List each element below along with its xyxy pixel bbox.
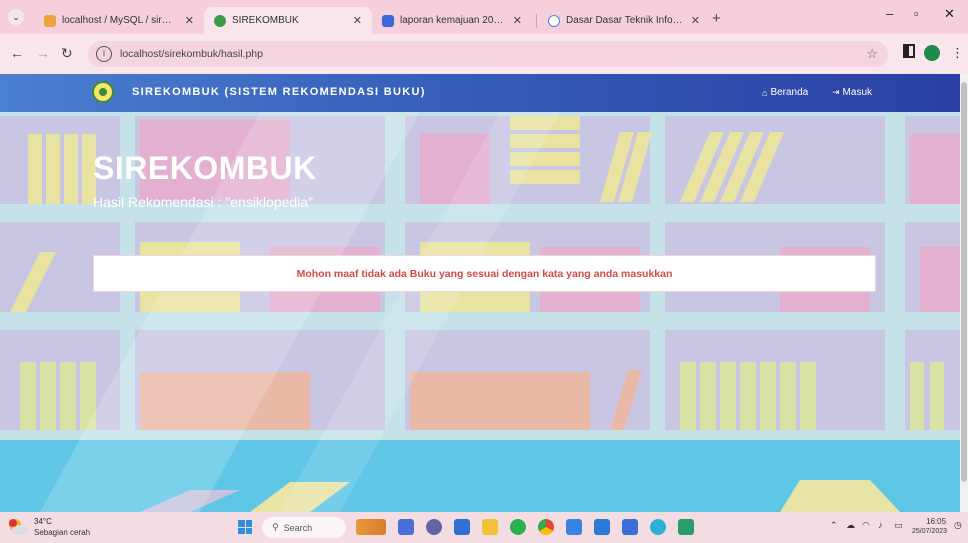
task-view-icon[interactable] — [398, 519, 414, 535]
new-tab-button[interactable]: + — [712, 10, 721, 27]
file-explorer-icon[interactable] — [482, 519, 498, 535]
nav-link-label: Beranda — [770, 87, 809, 98]
profile-avatar-icon[interactable] — [924, 45, 940, 61]
hero-title: SIREKOMBUK — [93, 150, 317, 186]
wifi-icon[interactable]: ◠ — [862, 520, 870, 531]
tab-label: localhost / MySQL / sirekomb — [62, 15, 177, 26]
url-text[interactable]: localhost/sirekombuk/hasil.php — [120, 48, 263, 60]
home-icon: ⌂ — [762, 87, 768, 98]
notification-icon[interactable]: ◷ — [954, 520, 962, 531]
clock-date[interactable]: 25/07/2023 — [912, 528, 947, 535]
word-icon[interactable] — [622, 519, 638, 535]
tab-divider — [536, 14, 537, 28]
app-icon[interactable] — [678, 519, 694, 535]
scrollbar-thumb[interactable] — [961, 82, 967, 482]
google-favicon-icon — [548, 14, 560, 27]
teams-chat-icon[interactable] — [426, 519, 442, 535]
tab-label: SIREKOMBUK — [232, 15, 299, 26]
nav-link-beranda[interactable]: ⌂ Beranda — [762, 87, 808, 98]
weather-description[interactable]: Sebagian cerah — [34, 528, 90, 537]
tab-docs[interactable]: laporan kemajuan 2022.docx ✕ — [372, 7, 532, 34]
tab-search-icon[interactable]: ⌄ — [8, 9, 24, 25]
windows-start-icon[interactable] — [238, 520, 252, 534]
browser-tab-bar: ⌄ localhost / MySQL / sirekomb ✕ SIREKOM… — [0, 0, 968, 34]
battery-icon[interactable]: ▭ — [894, 520, 903, 531]
bookmark-star-icon[interactable]: ☆ — [866, 46, 878, 62]
site-info-icon[interactable]: i — [96, 46, 112, 62]
browser-toolbar: ← → ↻ i localhost/sirekombuk/hasil.php ☆… — [0, 34, 968, 74]
brand-logo-icon[interactable] — [92, 81, 114, 103]
close-tab-icon[interactable]: ✕ — [353, 14, 362, 27]
volume-icon[interactable]: ♪ — [878, 520, 883, 530]
nav-link-label: Masuk — [842, 87, 872, 98]
edge-icon[interactable] — [650, 519, 666, 535]
no-results-message: Mohon maaf tidak ada Buku yang sesuai de… — [296, 267, 673, 280]
browser-menu-icon[interactable]: ⋮ — [951, 45, 964, 61]
reload-icon[interactable]: ↻ — [61, 45, 73, 62]
google-docs-favicon-icon — [382, 14, 394, 27]
close-window-button[interactable]: ✕ — [944, 6, 955, 22]
windows-taskbar: 34°C Sebagian cerah ⚲ Search ⌃ ☁ ◠ ♪ ▭ 1… — [0, 512, 968, 543]
site-navbar: SIREKOMBUK (SISTEM REKOMENDASI BUKU) ⌂ B… — [0, 74, 968, 112]
widgets-icon[interactable] — [356, 519, 386, 535]
close-tab-icon[interactable]: ✕ — [513, 14, 522, 27]
tray-expand-icon[interactable]: ⌃ — [830, 520, 838, 531]
tab-label: Dasar Dasar Teknik Informatika — [566, 15, 683, 26]
page-scrollbar[interactable] — [960, 74, 968, 512]
web-page: SIREKOMBUK (SISTEM REKOMENDASI BUKU) ⌂ B… — [0, 74, 968, 512]
weather-sun-cloud-icon[interactable] — [7, 517, 29, 537]
back-arrow-icon[interactable]: ← — [10, 45, 24, 61]
brand-title[interactable]: SIREKOMBUK (SISTEM REKOMENDASI BUKU) — [132, 86, 426, 98]
weather-temperature[interactable]: 34°C — [34, 517, 52, 526]
whatsapp-icon[interactable] — [510, 519, 526, 535]
tab-sirekombuk[interactable]: SIREKOMBUK ✕ — [204, 7, 372, 34]
maximize-button[interactable]: ▫ — [914, 6, 919, 21]
taskbar-search-box[interactable]: ⚲ Search — [262, 517, 346, 538]
tab-phpmyadmin[interactable]: localhost / MySQL / sirekomb ✕ — [34, 7, 204, 34]
microsoft-store-icon[interactable] — [454, 519, 470, 535]
search-icon: ⚲ — [272, 522, 279, 532]
nav-link-masuk[interactable]: ⇥ Masuk — [832, 87, 872, 98]
onedrive-icon[interactable]: ☁ — [846, 520, 855, 531]
tab-label: laporan kemajuan 2022.docx — [400, 15, 505, 26]
sirekombuk-favicon-icon — [214, 14, 226, 27]
login-icon: ⇥ — [832, 87, 840, 97]
phpmyadmin-favicon-icon — [44, 14, 56, 27]
vscode-icon[interactable] — [594, 519, 610, 535]
app-icon[interactable] — [566, 519, 582, 535]
close-tab-icon[interactable]: ✕ — [691, 14, 700, 27]
address-bar[interactable]: i localhost/sirekombuk/hasil.php ☆ — [88, 41, 888, 67]
chrome-icon[interactable] — [538, 519, 554, 535]
close-tab-icon[interactable]: ✕ — [185, 14, 194, 27]
forward-arrow-icon[interactable]: → — [36, 45, 50, 61]
side-panel-icon[interactable] — [903, 44, 915, 58]
hero-subtitle: Hasil Rekomendasi : "ensiklopedia" — [93, 194, 314, 210]
taskbar-search-placeholder: Search — [283, 522, 313, 533]
tab-google-search[interactable]: Dasar Dasar Teknik Informatika ✕ — [538, 7, 710, 34]
no-results-alert: Mohon maaf tidak ada Buku yang sesuai de… — [93, 255, 876, 292]
minimize-button[interactable]: – — [886, 6, 893, 21]
clock-time[interactable]: 16:05 — [926, 517, 946, 526]
